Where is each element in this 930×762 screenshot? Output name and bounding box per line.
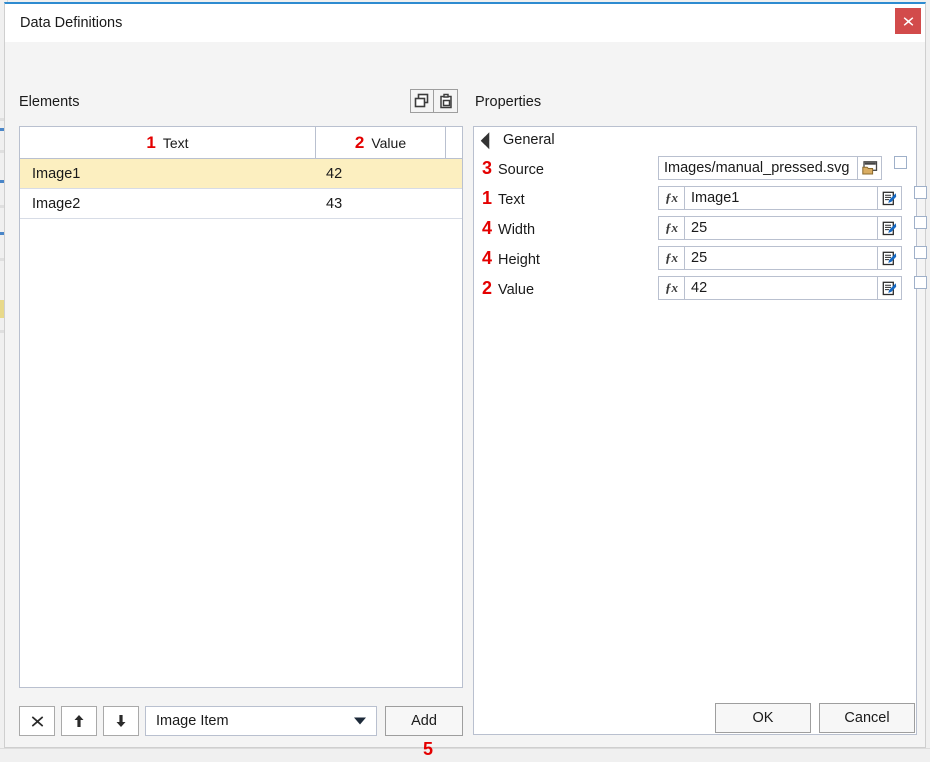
column-header-value-label: Value xyxy=(371,134,407,151)
properties-group-label: General xyxy=(503,132,555,148)
grid-header-row: 1 Text 2 Value xyxy=(20,127,462,159)
column-header-text-label: Text xyxy=(162,134,189,151)
property-label-value: 2 Value xyxy=(478,279,658,298)
paste-button[interactable] xyxy=(434,89,458,113)
paste-icon xyxy=(439,93,452,109)
annotation-5: 5 xyxy=(423,739,434,759)
row-text-cell: Image2 xyxy=(32,195,81,212)
property-row-height: 4 Height ƒx 25 xyxy=(474,243,927,273)
column-header-text[interactable]: 1 Text xyxy=(20,127,316,158)
annotation-3: 3 xyxy=(482,157,493,178)
dialog-body: Elements 1 Text 2 Value Image1 42 Image2… xyxy=(5,42,927,759)
value-checkbox[interactable] xyxy=(914,276,927,289)
annotation-4: 4 xyxy=(482,247,493,268)
move-down-button[interactable] xyxy=(103,706,139,736)
arrow-down-icon xyxy=(116,715,126,727)
properties-grid: General 3 Source Images/manual_pressed.s… xyxy=(473,126,927,735)
property-row-value: 2 Value ƒx 42 xyxy=(474,273,927,303)
edit-expression-icon xyxy=(882,251,897,265)
property-row-width: 4 Width ƒx 25 xyxy=(474,213,927,243)
copy-paste-toolbar xyxy=(410,89,458,113)
chevron-down-icon xyxy=(354,717,366,725)
edit-expression-icon xyxy=(882,191,897,205)
copy-button[interactable] xyxy=(410,89,434,113)
row-text-cell: Image1 xyxy=(32,165,81,182)
annotation-1: 1 xyxy=(482,187,493,208)
value-input[interactable]: 42 xyxy=(684,276,878,300)
properties-group-general[interactable]: General xyxy=(474,127,916,153)
edit-expression-button[interactable] xyxy=(878,246,902,270)
source-input[interactable]: Images/manual_pressed.svg xyxy=(658,156,858,180)
property-label-height-text: Height xyxy=(498,251,540,268)
text-input[interactable]: Image1 xyxy=(684,186,878,210)
properties-section-label: Properties xyxy=(475,94,542,110)
property-label-height: 4 Height xyxy=(478,249,658,268)
dialog-title: Data Definitions xyxy=(20,15,123,31)
elements-grid[interactable]: 1 Text 2 Value Image1 42 Image2 43 xyxy=(19,126,463,688)
data-definitions-dialog: Data Definitions Elements 1 Text 2 Value… xyxy=(4,2,927,759)
properties-pane: Properties General 3 Source Images/manua… xyxy=(471,42,927,747)
move-up-button[interactable] xyxy=(61,706,97,736)
folder-browse-icon xyxy=(861,161,877,175)
edit-expression-button[interactable] xyxy=(878,276,902,300)
property-label-width-text: Width xyxy=(498,221,536,238)
elements-pane: Elements 1 Text 2 Value Image1 42 Image2… xyxy=(5,42,471,759)
delete-element-button[interactable] xyxy=(19,706,55,736)
add-button[interactable]: Add xyxy=(385,706,463,736)
property-label-text-text: Text xyxy=(498,191,525,208)
property-field-value: ƒx 42 xyxy=(658,276,927,300)
delete-x-icon xyxy=(31,715,43,727)
annotation-1: 1 xyxy=(146,133,156,152)
property-field-text: ƒx Image1 xyxy=(658,186,927,210)
fx-button[interactable]: ƒx xyxy=(658,216,684,240)
height-checkbox[interactable] xyxy=(914,246,927,259)
background-app-statusbar xyxy=(0,748,930,762)
text-checkbox[interactable] xyxy=(914,186,927,199)
width-checkbox[interactable] xyxy=(914,216,927,229)
annotation-4: 4 xyxy=(482,217,493,238)
fx-button[interactable]: ƒx xyxy=(658,246,684,270)
edit-expression-button[interactable] xyxy=(878,216,902,240)
property-label-text: 1 Text xyxy=(478,189,658,208)
elements-section-label: Elements xyxy=(19,94,80,110)
copy-icon xyxy=(414,93,429,108)
close-icon xyxy=(903,16,913,26)
property-row-text: 1 Text ƒx Image1 xyxy=(474,183,927,213)
item-type-value: Image Item xyxy=(156,713,229,729)
triangle-collapse-icon xyxy=(480,132,498,150)
annotation-2: 2 xyxy=(354,133,365,152)
fx-button[interactable]: ƒx xyxy=(658,186,684,210)
property-row-source: 3 Source Images/manual_pressed.svg xyxy=(474,153,916,183)
property-label-source: 3 Source xyxy=(478,159,658,178)
source-checkbox[interactable] xyxy=(894,156,907,169)
property-label-width: 4 Width xyxy=(478,219,658,238)
property-label-source-text: Source xyxy=(498,161,544,178)
row-value-cell: 42 xyxy=(326,165,343,182)
cancel-button[interactable]: Cancel xyxy=(819,703,915,733)
fx-button[interactable]: ƒx xyxy=(658,276,684,300)
height-input[interactable]: 25 xyxy=(684,246,878,270)
folder-browse-button[interactable] xyxy=(858,156,882,180)
dialog-titlebar: Data Definitions xyxy=(5,4,925,42)
close-button[interactable] xyxy=(895,8,921,34)
table-row[interactable]: Image2 43 xyxy=(20,189,462,219)
column-header-value[interactable]: 2 Value xyxy=(316,127,446,158)
item-type-dropdown[interactable]: Image Item xyxy=(145,706,377,736)
dialog-footer: OK Cancel xyxy=(707,703,915,733)
elements-toolbar: Image Item Add xyxy=(19,706,463,736)
property-field-height: ƒx 25 xyxy=(658,246,927,270)
row-value-cell: 43 xyxy=(326,195,343,212)
property-label-value-text: Value xyxy=(498,281,535,298)
arrow-up-icon xyxy=(74,715,84,727)
property-field-width: ƒx 25 xyxy=(658,216,927,240)
property-field-source: Images/manual_pressed.svg xyxy=(658,156,907,180)
annotation-2: 2 xyxy=(482,277,493,298)
ok-button[interactable]: OK xyxy=(715,703,811,733)
table-row[interactable]: Image1 42 xyxy=(20,159,462,189)
column-header-filler xyxy=(446,127,462,158)
width-input[interactable]: 25 xyxy=(684,216,878,240)
edit-expression-button[interactable] xyxy=(878,186,902,210)
edit-expression-icon xyxy=(882,281,897,295)
edit-expression-icon xyxy=(882,221,897,235)
